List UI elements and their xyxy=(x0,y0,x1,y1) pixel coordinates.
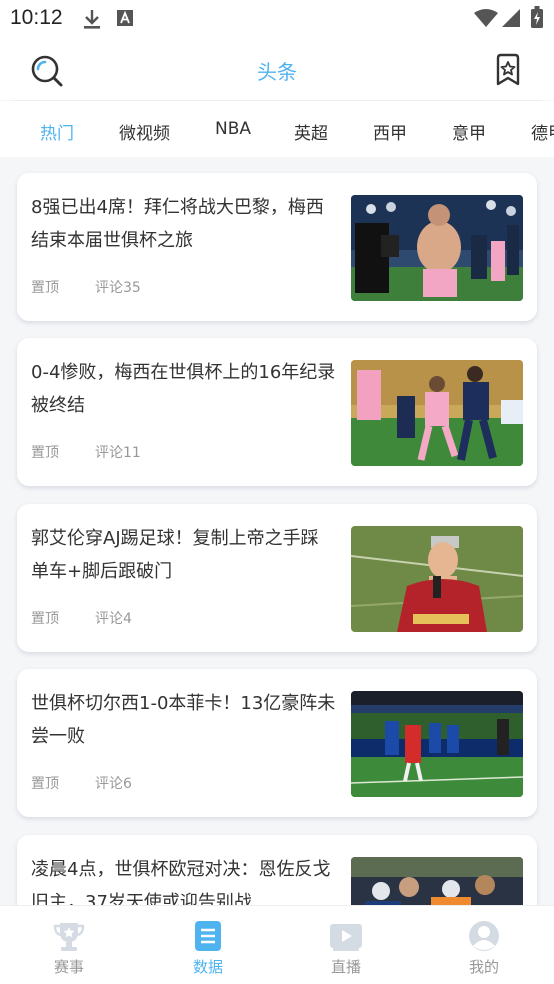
pinned-label: 置顶 xyxy=(31,445,59,461)
category-tabs: 热门 微视频 NBA 英超 西甲 意甲 德甲 xyxy=(0,101,554,157)
battery-icon xyxy=(531,6,543,28)
nav-label: 赛事 xyxy=(53,958,84,976)
download-icon xyxy=(84,10,100,29)
news-thumbnail[interactable] xyxy=(351,691,523,797)
page-title: 头条 xyxy=(257,60,297,84)
nav-label: 数据 xyxy=(192,958,223,976)
news-title: 0-4惨败，梅西在世俱杯上的16年纪录被终结 xyxy=(31,362,336,416)
news-thumbnail[interactable] xyxy=(351,195,523,301)
comment-count: 评论35 xyxy=(95,280,141,296)
comment-count: 评论11 xyxy=(95,445,141,461)
news-title: 郭艾伦穿AJ踢足球！复制上帝之手踩单车+脚后跟破门 xyxy=(31,528,319,582)
tab-premier-league[interactable]: 英超 xyxy=(294,119,328,144)
news-thumbnail[interactable] xyxy=(351,857,523,905)
news-card[interactable]: 0-4惨败，梅西在世俱杯上的16年纪录被终结 置顶 评论11 xyxy=(17,338,537,486)
news-card[interactable]: 郭艾伦穿AJ踢足球！复制上帝之手踩单车+脚后跟破门 置顶 评论4 xyxy=(17,504,537,652)
news-meta: 置顶 评论35 xyxy=(31,277,177,297)
news-card[interactable]: 8强已出4席！拜仁将战大巴黎，梅西结束本届世俱杯之旅 置顶 评论35 xyxy=(17,173,537,321)
nav-profile[interactable]: 我的 xyxy=(424,906,544,984)
news-title: 凌晨4点，世俱杯欧冠对决：恩佐反戈旧主，37岁天使或迎告别战 xyxy=(31,859,331,905)
pinned-label: 置顶 xyxy=(31,611,59,627)
favorites-icon[interactable] xyxy=(490,52,526,88)
data-icon xyxy=(195,921,221,951)
comment-count: 评论4 xyxy=(95,611,132,627)
wifi-icon xyxy=(474,9,498,27)
profile-icon xyxy=(469,921,499,951)
nav-matches[interactable]: 赛事 xyxy=(9,906,129,984)
nav-label: 我的 xyxy=(468,958,499,976)
status-bar: 10:12 xyxy=(0,0,554,38)
tab-hot[interactable]: 热门 xyxy=(40,119,74,144)
tab-nba[interactable]: NBA xyxy=(215,119,251,139)
font-app-icon xyxy=(117,10,133,26)
news-thumbnail[interactable] xyxy=(351,360,523,466)
trophy-icon xyxy=(53,923,85,951)
nav-data[interactable]: 数据 xyxy=(148,906,268,984)
tab-micro-video[interactable]: 微视频 xyxy=(119,119,170,144)
news-title: 8强已出4席！拜仁将战大巴黎，梅西结束本届世俱杯之旅 xyxy=(31,197,324,251)
news-meta: 置顶 评论6 xyxy=(31,773,168,793)
news-feed[interactable]: 8强已出4席！拜仁将战大巴黎，梅西结束本届世俱杯之旅 置顶 评论35 0-4惨败，… xyxy=(0,157,554,905)
pinned-label: 置顶 xyxy=(31,280,59,296)
comment-count: 评论6 xyxy=(95,776,132,792)
pinned-label: 置顶 xyxy=(31,776,59,792)
news-card[interactable]: 世俱杯切尔西1-0本菲卡！13亿豪阵未尝一败 置顶 评论6 xyxy=(17,669,537,817)
tab-la-liga[interactable]: 西甲 xyxy=(373,119,407,144)
app-header: 头条 xyxy=(0,38,554,100)
news-meta: 置顶 评论4 xyxy=(31,608,168,628)
signal-icon xyxy=(502,9,520,27)
nav-label: 直播 xyxy=(330,958,361,976)
bottom-nav: 赛事 数据 直播 我的 xyxy=(0,905,554,984)
tab-bundesliga[interactable]: 德甲 xyxy=(531,119,554,144)
play-icon xyxy=(330,924,362,951)
nav-live[interactable]: 直播 xyxy=(286,906,406,984)
news-card[interactable]: 凌晨4点，世俱杯欧冠对决：恩佐反戈旧主，37岁天使或迎告别战 xyxy=(17,835,537,905)
news-meta: 置顶 评论11 xyxy=(31,442,177,462)
news-thumbnail[interactable] xyxy=(351,526,523,632)
status-time: 10:12 xyxy=(10,6,63,29)
tab-serie-a[interactable]: 意甲 xyxy=(452,119,486,144)
news-title: 世俱杯切尔西1-0本菲卡！13亿豪阵未尝一败 xyxy=(31,693,336,747)
